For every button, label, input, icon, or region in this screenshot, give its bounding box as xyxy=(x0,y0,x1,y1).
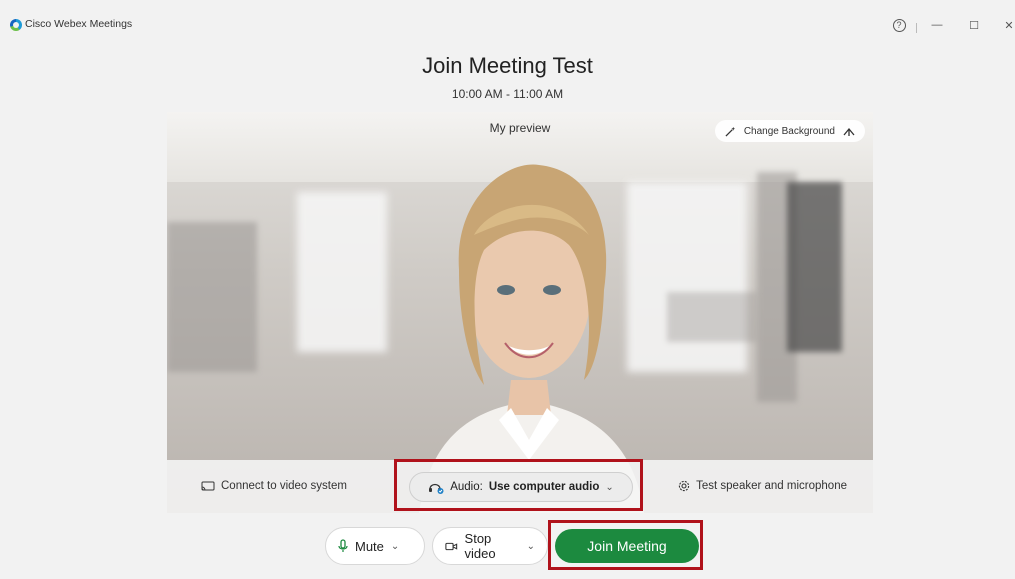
help-button[interactable]: ? xyxy=(888,16,910,34)
webex-window: Cisco Webex Meetings ? — ☐ ✕ Join Meetin… xyxy=(0,0,1015,579)
magic-wand-icon xyxy=(725,126,735,137)
chevron-down-icon: ⌄ xyxy=(605,481,614,493)
change-background-button[interactable]: Change Background xyxy=(714,120,865,142)
bg-dark-panel xyxy=(787,182,842,352)
bg-window-left xyxy=(297,192,387,352)
test-speaker-button[interactable]: Test speaker and microphone xyxy=(678,480,847,492)
stop-video-label: Stop video xyxy=(464,531,496,561)
audio-select[interactable]: Audio: Use computer audio ⌄ xyxy=(409,472,633,502)
person-silhouette xyxy=(419,164,644,513)
video-preview: My preview Change Background Connect to … xyxy=(167,112,873,513)
maximize-button[interactable]: ☐ xyxy=(963,16,985,34)
microphone-icon xyxy=(338,539,348,552)
mute-button[interactable]: Mute ⌄ xyxy=(325,527,425,565)
audio-prefix: Audio: xyxy=(450,481,483,493)
app-title: Cisco Webex Meetings xyxy=(25,18,133,30)
stop-video-button[interactable]: Stop video ⌄ xyxy=(432,527,548,565)
collapse-icon xyxy=(843,127,855,136)
meeting-time: 10:00 AM - 11:00 AM xyxy=(451,87,564,101)
bg-shelf-left xyxy=(167,222,257,372)
test-speaker-label: Test speaker and microphone xyxy=(696,480,847,492)
meeting-controls: Mute ⌄ Stop video ⌄ Join Meeting xyxy=(0,523,1015,569)
meeting-title: Join Meeting Test xyxy=(422,53,593,78)
webex-logo-icon xyxy=(10,19,22,31)
close-button[interactable]: ✕ xyxy=(998,16,1015,34)
mute-chevron-down-icon[interactable]: ⌄ xyxy=(391,541,399,552)
connect-video-system-button[interactable]: Connect to video system xyxy=(201,480,347,492)
connect-video-label: Connect to video system xyxy=(221,480,347,492)
join-meeting-button[interactable]: Join Meeting xyxy=(555,529,699,563)
change-background-label: Change Background xyxy=(743,125,835,137)
audio-value: Use computer audio xyxy=(488,481,600,493)
help-icon: ? xyxy=(892,18,906,32)
bg-desk xyxy=(667,292,757,342)
preview-options-bar: Connect to video system Audio: Use compu… xyxy=(167,460,873,513)
video-camera-icon xyxy=(445,542,458,550)
headset-icon xyxy=(429,483,444,494)
gear-icon xyxy=(678,480,690,492)
cast-icon xyxy=(201,481,215,490)
title-separator xyxy=(916,23,917,33)
title-bar: Cisco Webex Meetings ? — ☐ ✕ xyxy=(0,10,1015,40)
mute-label: Mute xyxy=(355,538,384,554)
video-chevron-down-icon[interactable]: ⌄ xyxy=(527,541,535,552)
minimize-button[interactable]: — xyxy=(926,16,948,34)
